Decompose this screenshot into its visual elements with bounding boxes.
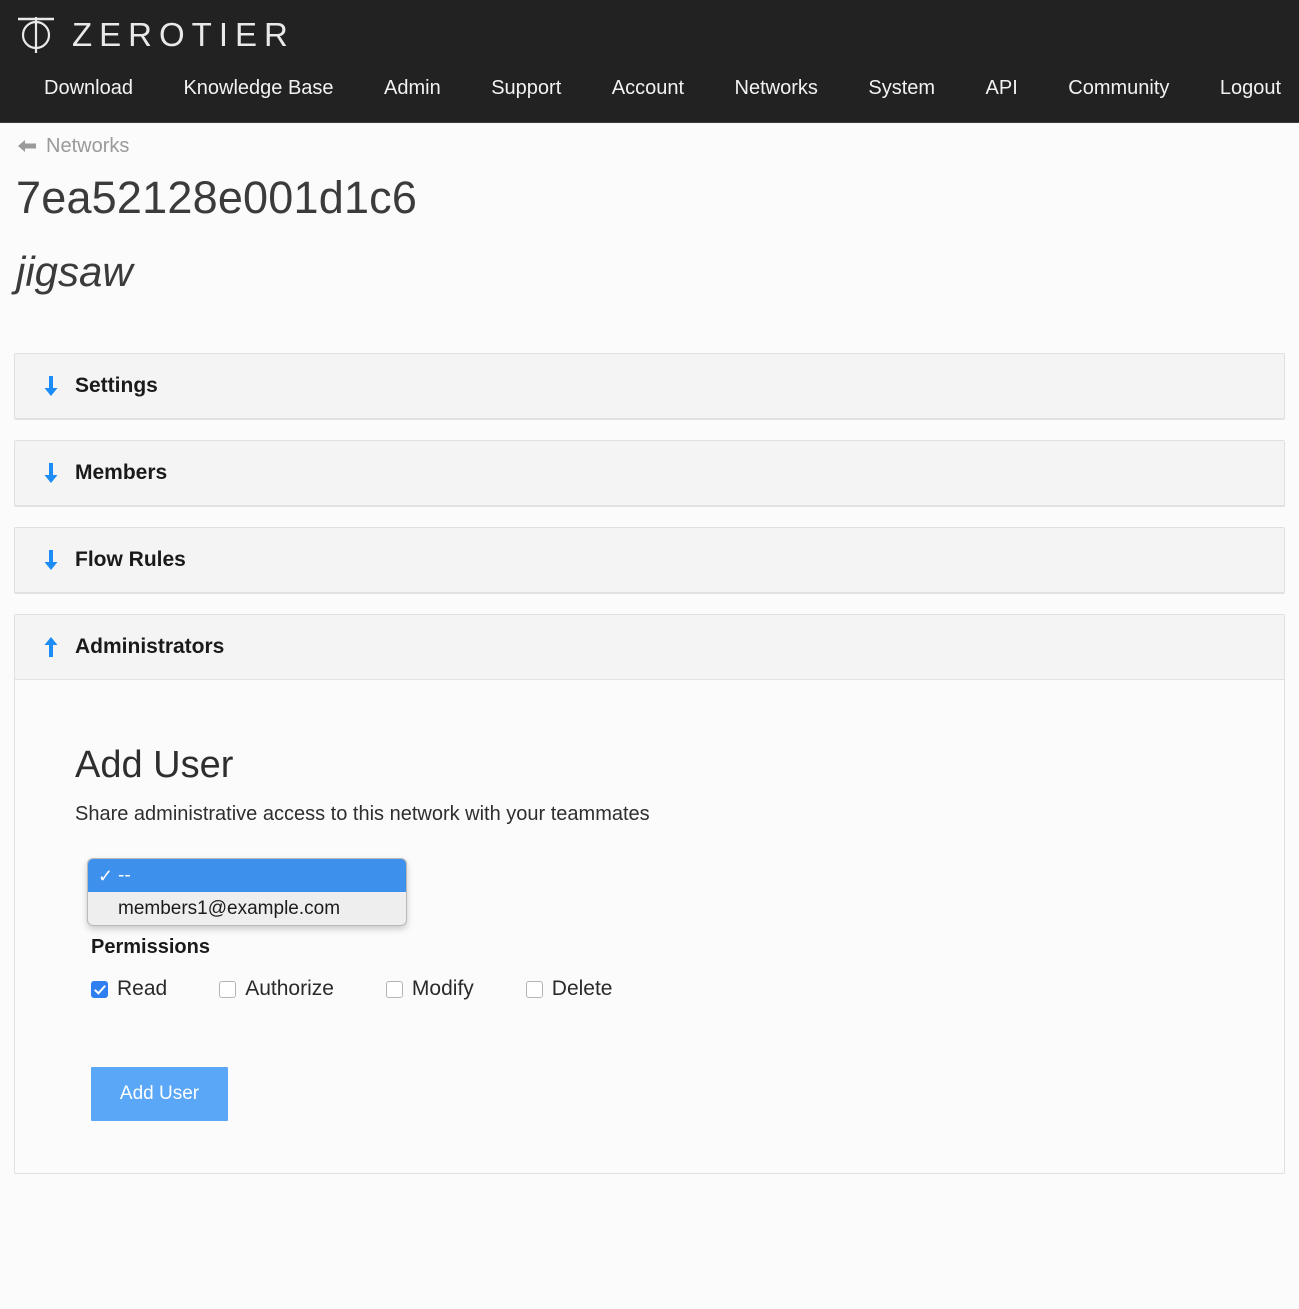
nav-item-support[interactable]: Support [491, 77, 561, 100]
panel-title-settings: Settings [75, 373, 158, 397]
nav-item-community[interactable]: Community [1068, 77, 1169, 100]
select-option-label: -- [118, 864, 131, 886]
permission-read-label: Read [117, 977, 168, 1001]
panel-administrators: Administrators Add User Share administra… [14, 613, 1285, 1175]
permission-delete[interactable]: Delete [525, 977, 613, 1001]
add-user-submit-button[interactable]: Add User [91, 1067, 228, 1122]
user-select-wrapper: ✓ -- ✓ members1@example.com [75, 858, 407, 928]
panel-header-administrators[interactable]: Administrators [15, 614, 1284, 680]
zerotier-phi-logo-icon [14, 11, 58, 57]
breadcrumb-networks-link[interactable]: Networks [46, 135, 129, 158]
page-title-network-id: 7ea52128e001d1c6 [16, 172, 418, 223]
brand[interactable]: ZEROTIER [0, 0, 1299, 58]
top-navbar: ZEROTIER Download Knowledge Base Admin S… [0, 0, 1299, 123]
select-option-label: members1@example.com [118, 897, 341, 919]
panel-header-settings[interactable]: Settings [15, 353, 1284, 419]
arrow-left-icon [16, 138, 38, 154]
checkbox-read[interactable] [91, 980, 108, 998]
network-sections: Settings Members Flow Rules Administrato… [0, 352, 1299, 1175]
arrow-down-icon [43, 548, 59, 572]
panel-members: Members [14, 439, 1285, 507]
arrow-up-icon [43, 635, 59, 659]
panel-header-members[interactable]: Members [15, 440, 1284, 506]
panel-flow-rules: Flow Rules [14, 526, 1285, 594]
permission-authorize-label: Authorize [245, 977, 334, 1001]
brand-name: ZEROTIER [72, 15, 295, 53]
permissions-row: Read Authorize Modify Delete [91, 977, 1284, 1001]
checkbox-delete[interactable] [525, 980, 543, 998]
permissions-label: Permissions [91, 936, 210, 959]
add-user-heading: Add User [75, 743, 234, 786]
panel-header-flow-rules[interactable]: Flow Rules [15, 527, 1284, 593]
checkbox-authorize[interactable] [219, 980, 237, 998]
permission-modify-label: Modify [411, 977, 474, 1001]
nav-item-admin[interactable]: Admin [384, 77, 441, 100]
permission-modify[interactable]: Modify [385, 977, 474, 1001]
nav-item-knowledge-base[interactable]: Knowledge Base [183, 77, 333, 100]
user-select-dropdown[interactable]: ✓ -- ✓ members1@example.com [87, 858, 407, 927]
add-user-description: Share administrative access to this netw… [75, 803, 650, 826]
nav-item-system[interactable]: System [868, 77, 935, 100]
select-option-member[interactable]: ✓ members1@example.com [88, 892, 406, 925]
select-option-none[interactable]: ✓ -- [88, 859, 406, 893]
main-nav: Download Knowledge Base Admin Support Ac… [0, 58, 1299, 118]
nav-item-logout[interactable]: Logout [1220, 77, 1281, 100]
add-user-form: Add User Share administrative access to … [15, 744, 1284, 1122]
panel-title-flow-rules: Flow Rules [75, 547, 186, 571]
administrators-body: Add User Share administrative access to … [15, 679, 1284, 1174]
panel-title-members: Members [75, 460, 168, 484]
panel-settings: Settings [14, 352, 1285, 420]
arrow-down-icon [43, 461, 59, 485]
checkbox-modify[interactable] [385, 980, 403, 998]
checkmark-icon: ✓ [98, 865, 114, 886]
permission-authorize[interactable]: Authorize [219, 977, 334, 1001]
breadcrumb[interactable]: Networks [0, 123, 1299, 157]
nav-item-account[interactable]: Account [612, 77, 684, 100]
nav-item-networks[interactable]: Networks [735, 77, 818, 100]
arrow-down-icon [43, 374, 59, 398]
panel-title-administrators: Administrators [75, 634, 225, 658]
permission-read[interactable]: Read [91, 977, 167, 1001]
page-subtitle-network-name: jigsaw [16, 247, 133, 295]
permission-delete-label: Delete [551, 977, 613, 1001]
nav-item-download[interactable]: Download [44, 77, 133, 100]
nav-item-api[interactable]: API [986, 77, 1018, 100]
